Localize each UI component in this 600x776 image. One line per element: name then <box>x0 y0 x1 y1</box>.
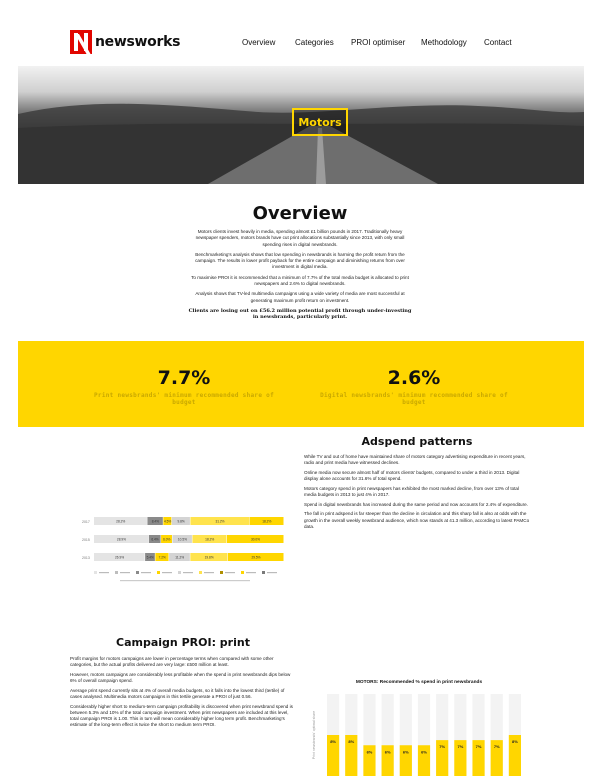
overview-heading: Overview <box>252 203 348 224</box>
overview-paragraph: To maximise PROI it is recommended that … <box>191 274 409 287</box>
segment-label: 9.8% <box>178 519 185 523</box>
bar-value-label: 7% <box>476 744 482 749</box>
legend-text-placeholder <box>246 572 256 574</box>
nav-methodology[interactable]: Methodology <box>421 38 467 47</box>
adspend-body: While TV and out of home have maintained… <box>304 454 530 534</box>
bar-value-label: 6% <box>385 749 391 754</box>
bar-value-label: 7% <box>457 744 463 749</box>
bar-value-label: 6% <box>421 749 427 754</box>
digital-stat-value: 2.6% <box>387 367 441 389</box>
site-header: newsworks Overview Categories PROI optim… <box>0 0 600 66</box>
campaign-paragraph: However, motors campaigns are considerab… <box>70 671 291 684</box>
legend-text-placeholder <box>225 572 235 574</box>
legend-text-placeholder <box>120 572 130 574</box>
adspend-paragraph: Spend in digital newsbrands has increase… <box>304 501 528 507</box>
nav-categories[interactable]: Categories <box>295 38 334 47</box>
legend-swatch <box>94 571 97 574</box>
print-stat: 7.7% Print newsbrands' minimum recommend… <box>84 367 284 406</box>
legend-text-placeholder <box>267 572 277 574</box>
segment-label: 19.8% <box>205 555 214 559</box>
nav-contact[interactable]: Contact <box>484 38 512 47</box>
adspend-heading: Adspend patterns <box>361 435 473 448</box>
year-label: 2017 <box>82 520 90 524</box>
legend-swatch <box>157 571 160 574</box>
overview-paragraph: Motors clients invest heavily in media, … <box>195 229 405 247</box>
campaign-heading: Campaign PROI: print <box>116 636 250 649</box>
year-label: 2013 <box>82 556 90 560</box>
bar-value-label: 7% <box>494 744 500 749</box>
hero-banner: Motors <box>18 66 584 184</box>
digital-stat: 2.6% Digital newsbrands' minimum recomme… <box>314 367 514 406</box>
legend-swatch <box>241 571 244 574</box>
bar-value-label: 7% <box>439 744 445 749</box>
segment-label: 5.4% <box>147 555 154 559</box>
adspend-paragraph: Motors category spend in print newspaper… <box>304 485 519 498</box>
category-title: Motors <box>298 115 342 129</box>
overview-paragraph: Benchmarketing's analysis shows that low… <box>195 251 405 270</box>
print-stat-label: Print newsbrands' minimum recommended sh… <box>94 392 274 406</box>
segment-label: 10.5% <box>178 537 187 541</box>
bar-value-label: 8% <box>330 739 336 744</box>
overview-paragraph: Analysis shows that TV-led multimedia ca… <box>195 291 405 303</box>
segment-label: 7.2% <box>159 555 166 559</box>
chart-title: MOTORS: Recommended % spend in print new… <box>355 680 483 685</box>
segment-label: 31.2% <box>215 519 224 523</box>
segment-label: 28.9% <box>117 537 126 541</box>
bar-value-label: 6% <box>367 749 373 754</box>
segment-label: 18.2% <box>205 537 214 541</box>
overview-highlight: Clients are losing out on £56.2 million … <box>188 307 412 321</box>
stats-band: 7.7% Print newsbrands' minimum recommend… <box>18 341 584 427</box>
segment-label: 26.9% <box>115 555 124 559</box>
segment-label: 30.0% <box>251 537 260 541</box>
campaign-body: Profit margins for motors campaigns are … <box>70 656 296 732</box>
adspend-paragraph: The fall in print adspend is far steeper… <box>304 511 530 529</box>
legend-text-placeholder <box>99 572 109 574</box>
campaign-paragraph: Profit margins for motors campaigns are … <box>70 656 274 668</box>
bar-value-label: 6% <box>403 749 409 754</box>
adspend-paragraph: Online media now secure almost half of m… <box>304 469 520 482</box>
bar-value-label: 8% <box>512 739 518 744</box>
legend-swatch <box>199 571 202 574</box>
adspend-paragraph: While TV and out of home have maintained… <box>304 454 526 466</box>
segment-label: 18.2% <box>262 519 271 523</box>
y-axis-label: Print newsbrands' optimal share <box>312 711 316 759</box>
nav-proi-optimiser[interactable]: PROI optimiser <box>351 38 405 47</box>
campaign-paragraph: Considerably higher short to medium-term… <box>70 703 293 728</box>
segment-label: 29.5% <box>251 555 260 559</box>
main-nav: Overview Categories PROI optimiser Metho… <box>0 38 600 52</box>
segment-label: 8.4% <box>152 519 159 523</box>
legend-text-placeholder <box>162 572 172 574</box>
adspend-stacked-chart: 2017 28.2% 8.4% 4.5% 9.8% 31.2% 18.2% 2015 28.9%… <box>82 517 284 582</box>
print-stat-value: 7.7% <box>157 367 211 389</box>
chart-source-placeholder <box>120 580 250 582</box>
campaign-paragraph: Average print spend currently sits at 4%… <box>70 687 285 700</box>
segment-label: 28.2% <box>116 519 125 523</box>
segment-label: 6.4% <box>151 537 158 541</box>
segment-label: 4.5% <box>164 519 171 523</box>
category-title-box: Motors <box>292 108 348 136</box>
legend-text-placeholder <box>141 572 151 574</box>
nav-overview[interactable]: Overview <box>242 38 275 47</box>
bar-value-label: 8% <box>348 739 354 744</box>
digital-stat-label: Digital newsbrands' minimum recommended … <box>320 392 508 406</box>
legend-text-placeholder <box>204 572 214 574</box>
legend-swatch <box>220 571 223 574</box>
legend-swatch <box>136 571 139 574</box>
overview-body: Motors clients invest heavily in media, … <box>188 229 412 325</box>
legend-swatch <box>178 571 181 574</box>
segment-label: 11.2% <box>175 555 184 559</box>
legend-swatch <box>115 571 118 574</box>
legend-swatch <box>262 571 265 574</box>
recommended-spend-chart: MOTORS: Recommended % spend in print new… <box>310 680 528 776</box>
legend-text-placeholder <box>183 572 193 574</box>
year-label: 2015 <box>82 538 90 542</box>
segment-label: 6.0% <box>163 537 170 541</box>
chart-plot: Print newsbrands' optimal share 8% 8% 6% 6% 6… <box>312 694 521 776</box>
